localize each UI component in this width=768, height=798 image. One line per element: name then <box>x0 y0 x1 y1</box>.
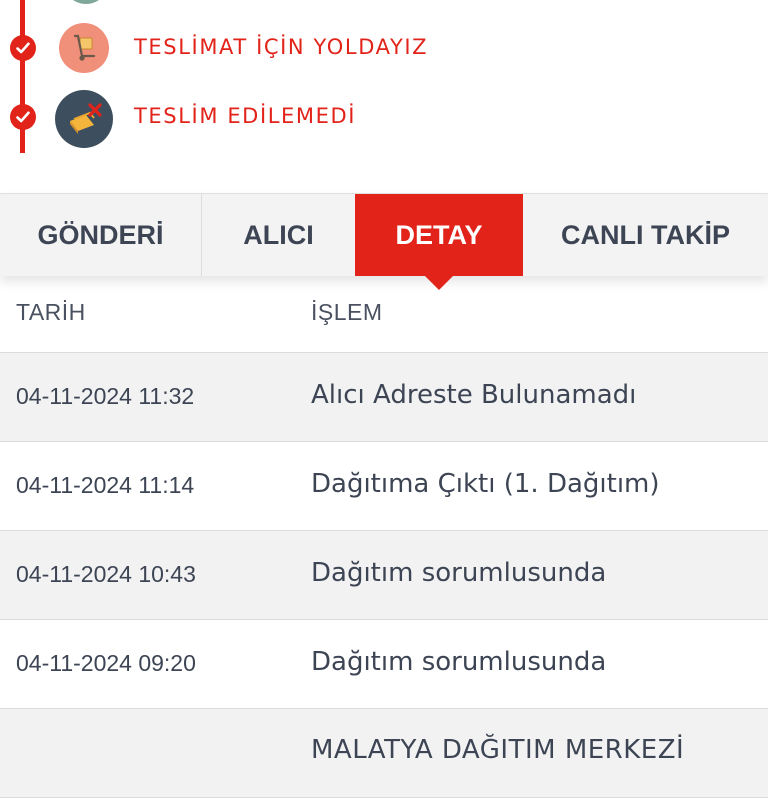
timeline-step-not-delivered: TESLİM EDİLEMEDİ <box>0 88 768 148</box>
row-operation: Dağıtım sorumlusunda <box>311 647 607 677</box>
row-date: 04-11-2024 10:43 <box>16 561 196 587</box>
row-date: 04-11-2024 09:20 <box>16 650 196 676</box>
row-date: 04-11-2024 11:14 <box>16 472 195 498</box>
detail-tabs: GÖNDERİ ALICI DETAY CANLI TAKİP <box>0 193 768 290</box>
column-header-operation: İŞLEM <box>311 299 383 325</box>
row-date: 04-11-2024 11:32 <box>16 383 195 409</box>
tab-recipient[interactable]: ALICI <box>202 194 355 276</box>
table-row: 04-11-2024 09:20 Dağıtım sorumlusunda <box>0 620 768 709</box>
tab-live-tracking[interactable]: CANLI TAKİP <box>523 194 768 276</box>
table-row: MALATYA DAĞITIM MERKEZİ <box>0 709 768 798</box>
check-icon <box>10 35 36 61</box>
shipment-movements-table: TARİH İŞLEM 04-11-2024 11:32 Alıcı Adres… <box>0 275 768 798</box>
step-label: TESLİMAT İÇİN YOLDAYIZ <box>134 35 429 59</box>
table-row: 04-11-2024 10:43 Dağıtım sorumlusunda <box>0 531 768 620</box>
column-header-date: TARİH <box>16 299 86 325</box>
previous-status-icon <box>63 0 109 4</box>
table-header: TARİH İŞLEM <box>0 275 768 353</box>
check-icon <box>10 104 36 130</box>
failed-package-icon <box>55 90 113 148</box>
table-row: 04-11-2024 11:14 Dağıtıma Çıktı (1. Dağı… <box>0 442 768 531</box>
tab-detail[interactable]: DETAY <box>355 194 523 290</box>
timeline-step-on-the-way: TESLİMAT İÇİN YOLDAYIZ <box>0 19 768 79</box>
row-operation: Alıcı Adreste Bulunamadı <box>311 380 637 410</box>
hand-truck-icon <box>59 23 109 73</box>
tab-shipment[interactable]: GÖNDERİ <box>0 194 202 276</box>
row-operation: Dağıtıma Çıktı (1. Dağıtım) <box>311 469 660 499</box>
row-operation: MALATYA DAĞITIM MERKEZİ <box>311 735 685 765</box>
step-label: TESLİM EDİLEMEDİ <box>134 104 357 128</box>
shipment-status-timeline: TESLİMAT İÇİN YOLDAYIZ TESLİM EDİLEMEDİ <box>0 0 768 193</box>
table-row: 04-11-2024 11:32 Alıcı Adreste Bulunamad… <box>0 353 768 442</box>
row-operation: Dağıtım sorumlusunda <box>311 558 607 588</box>
